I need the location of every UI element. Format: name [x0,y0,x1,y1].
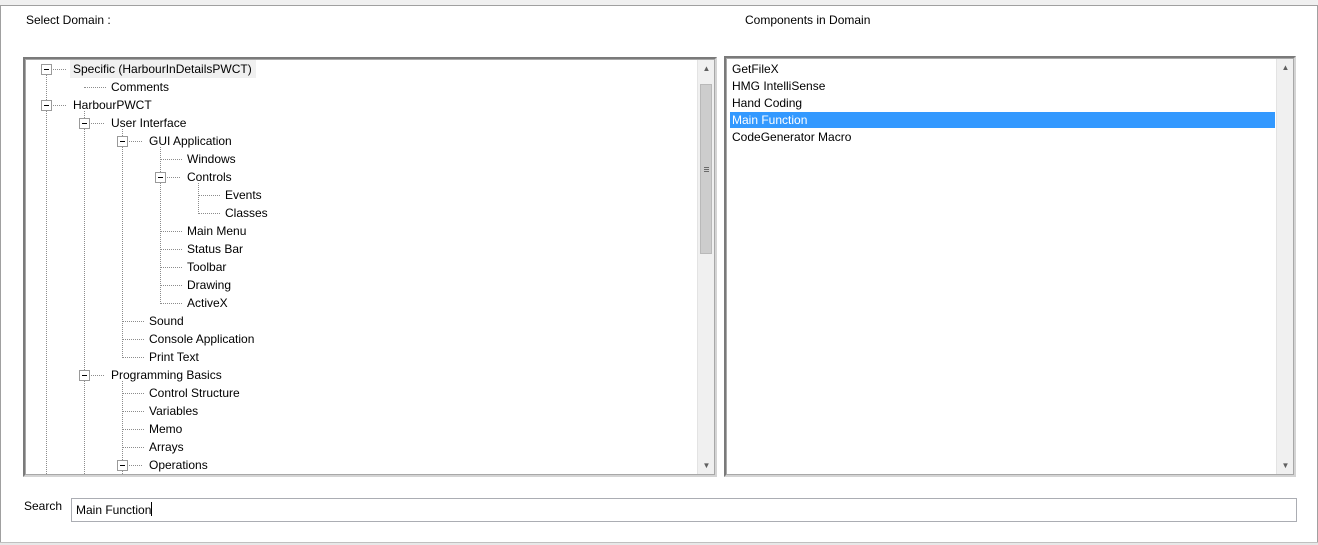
tree-connector [160,147,161,304]
tree-connector [46,75,47,474]
tree-node-events[interactable]: Events [225,186,262,204]
scroll-down-arrow-icon[interactable]: ▼ [698,457,714,474]
tree-connector [122,357,144,358]
list-item-main-function[interactable]: Main Function [730,112,1275,128]
scroll-down-arrow-icon[interactable]: ▼ [1277,457,1293,474]
components-list[interactable]: GetFileX HMG IntelliSense Hand Coding Ma… [724,56,1296,477]
tree-connector [122,429,144,430]
tree-connector [198,213,220,214]
tree-node-drawing[interactable]: Drawing [187,276,231,294]
tree-node-memo[interactable]: Memo [149,420,182,438]
list-item-hmg-intellisense[interactable]: HMG IntelliSense [730,78,825,94]
search-input-value: Main Function [76,503,152,517]
collapse-icon[interactable] [117,460,128,471]
tree-connector [160,267,182,268]
tree-connector [122,393,144,394]
domain-tree-canvas: Specific (HarbourInDetailsPWCT) Comments… [26,60,699,474]
collapse-icon[interactable] [117,136,128,147]
tree-scrollbar[interactable]: ▲ ▼ [697,60,714,474]
collapse-icon[interactable] [79,118,90,129]
tree-connector [160,159,182,160]
tree-node-controls[interactable]: Controls [187,168,232,186]
tree-connector [122,411,144,412]
select-domain-label: Select Domain : [26,13,111,27]
tree-node-operations[interactable]: Operations [149,456,208,474]
window-left-edge [0,6,1,545]
tree-node-comments[interactable]: Comments [111,78,169,96]
list-item-getfilex[interactable]: GetFileX [730,61,779,77]
collapse-icon[interactable] [155,172,166,183]
tree-connector [160,249,182,250]
search-input[interactable]: Main Function [71,498,1297,522]
components-scrollbar[interactable]: ▲ ▼ [1276,59,1293,474]
tree-connector [122,129,123,358]
domain-tree[interactable]: Specific (HarbourInDetailsPWCT) Comments… [23,57,717,477]
tree-node-main-menu[interactable]: Main Menu [187,222,246,240]
tree-node-toolbar[interactable]: Toolbar [187,258,226,276]
tree-node-specific[interactable]: Specific (HarbourInDetailsPWCT) [70,60,256,78]
tree-node-print-text[interactable]: Print Text [149,348,199,366]
tree-node-windows[interactable]: Windows [187,150,236,168]
tree-node-harbourpwct[interactable]: HarbourPWCT [73,96,152,114]
tree-node-gui-application[interactable]: GUI Application [149,132,232,150]
scroll-up-arrow-icon[interactable]: ▲ [698,60,714,77]
tree-node-status-bar[interactable]: Status Bar [187,240,243,258]
tree-connector [84,111,85,474]
components-in-domain-label: Components in Domain [745,13,871,27]
collapse-icon[interactable] [79,370,90,381]
tree-node-classes[interactable]: Classes [225,204,268,222]
tree-connector [84,87,106,88]
tree-node-user-interface[interactable]: User Interface [111,114,186,132]
list-item-codegenerator-macro[interactable]: CodeGenerator Macro [730,129,851,145]
window-top-edge [0,0,1318,6]
tree-scrollbar-thumb[interactable] [700,84,712,254]
tree-connector [198,183,199,214]
search-label: Search [24,499,63,513]
tree-connector [198,195,220,196]
tree-node-sound[interactable]: Sound [149,312,184,330]
scroll-up-arrow-icon[interactable]: ▲ [1277,59,1293,76]
collapse-icon[interactable] [41,100,52,111]
tree-connector [122,321,144,322]
tree-connector [122,447,144,448]
tree-connector [160,231,182,232]
tree-node-activex[interactable]: ActiveX [187,294,228,312]
tree-node-programming-basics[interactable]: Programming Basics [111,366,222,384]
list-item-hand-coding[interactable]: Hand Coding [730,95,802,111]
tree-connector [122,339,144,340]
tree-node-variables[interactable]: Variables [149,402,198,420]
tree-connector [160,303,182,304]
tree-node-console-application[interactable]: Console Application [149,330,254,348]
tree-node-control-structure[interactable]: Control Structure [149,384,240,402]
collapse-icon[interactable] [41,64,52,75]
text-caret [151,502,153,516]
tree-connector [160,285,182,286]
tree-node-arrays[interactable]: Arrays [149,438,184,456]
